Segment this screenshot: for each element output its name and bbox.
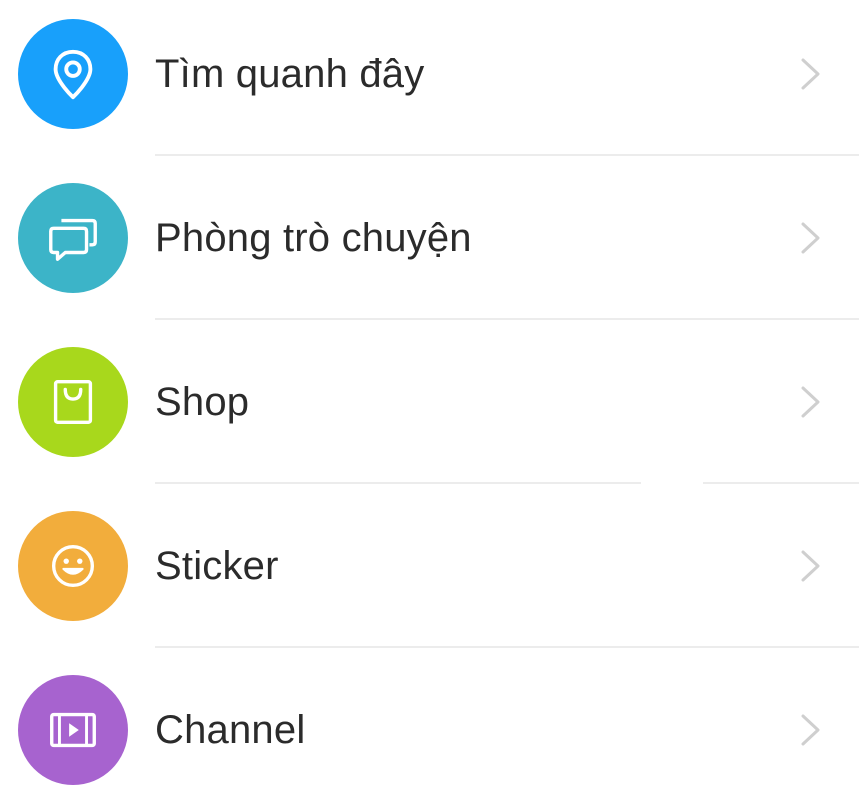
menu-item-label: Channel xyxy=(155,708,306,752)
smiley-face-icon xyxy=(51,544,95,588)
chevron-right-icon xyxy=(798,710,824,750)
discover-menu-list: Tìm quanh đây Phòng trò chuyện Shop Stic… xyxy=(0,0,859,793)
video-channel-icon xyxy=(50,712,96,748)
shopping-bag-icon xyxy=(53,380,93,424)
chevron-right-icon xyxy=(798,218,824,258)
menu-item-nearby[interactable]: Tìm quanh đây xyxy=(0,0,859,156)
menu-item-label: Phòng trò chuyện xyxy=(155,216,472,260)
chevron-right-icon xyxy=(798,546,824,586)
menu-item-chat-rooms[interactable]: Phòng trò chuyện xyxy=(0,156,859,320)
shop-icon-badge xyxy=(18,347,128,457)
chat-rooms-icon-badge xyxy=(18,183,128,293)
menu-item-label: Sticker xyxy=(155,544,279,588)
chat-rooms-icon xyxy=(49,218,97,261)
chevron-right-icon xyxy=(798,382,824,422)
channel-icon-badge xyxy=(18,675,128,785)
sticker-icon-badge xyxy=(18,511,128,621)
nearby-icon-badge xyxy=(18,19,128,129)
menu-item-channel[interactable]: Channel xyxy=(0,648,859,812)
menu-item-label: Tìm quanh đây xyxy=(155,52,425,96)
chevron-right-icon xyxy=(798,54,824,94)
location-pin-icon xyxy=(53,49,93,100)
menu-item-shop[interactable]: Shop xyxy=(0,320,859,484)
menu-item-sticker[interactable]: Sticker xyxy=(0,484,859,648)
menu-item-label: Shop xyxy=(155,380,250,424)
